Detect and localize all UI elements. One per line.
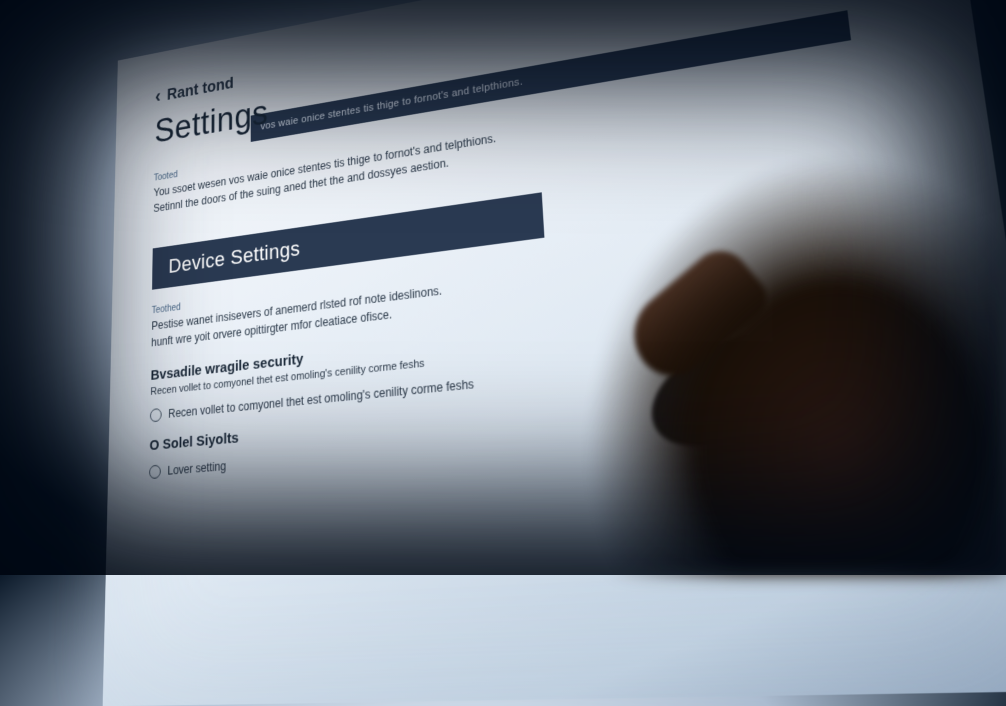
- radio-label-2: Lover setting: [167, 459, 226, 478]
- settings-screen: Rant tond Settings vos waie onice stente…: [103, 0, 1006, 706]
- radio-icon: [149, 465, 161, 480]
- breadcrumb-text: Rant tond: [167, 74, 234, 104]
- radio-icon: [150, 408, 162, 422]
